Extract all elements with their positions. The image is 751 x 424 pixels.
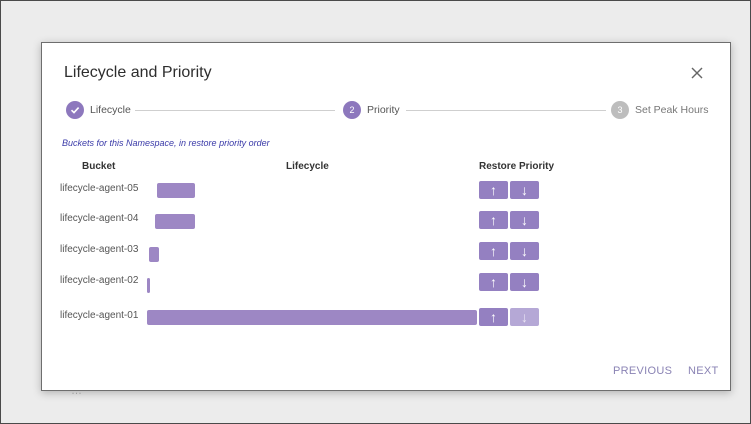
- step-lifecycle[interactable]: Lifecycle: [66, 101, 131, 119]
- column-header-bucket: Bucket: [82, 161, 116, 172]
- stepper-connector: [406, 110, 606, 111]
- bucket-name: lifecycle-agent-03: [60, 244, 139, 255]
- close-icon: [691, 67, 703, 79]
- step-label-priority: Priority: [367, 104, 400, 116]
- step-number-peak-hours: 3: [611, 101, 629, 119]
- arrow-down-icon: ↓: [521, 274, 528, 290]
- move-down-button[interactable]: ↓: [510, 181, 539, 199]
- dialog-title: Lifecycle and Priority: [64, 64, 212, 81]
- lifecycle-bar: [147, 310, 477, 325]
- step-label-lifecycle: Lifecycle: [90, 104, 131, 116]
- arrow-up-icon: ↑: [490, 212, 497, 228]
- step-set-peak-hours[interactable]: 3 Set Peak Hours: [611, 101, 709, 119]
- check-icon: [66, 101, 84, 119]
- bucket-name: lifecycle-agent-02: [60, 275, 139, 286]
- bucket-name: lifecycle-agent-04: [60, 213, 139, 224]
- priority-subtitle: Buckets for this Namespace, in restore p…: [62, 138, 270, 148]
- table-row: lifecycle-agent-05 ↑ ↓: [42, 181, 730, 215]
- lifecycle-priority-dialog: Lifecycle and Priority Lifecycle 2 Prior…: [41, 42, 731, 391]
- move-down-button[interactable]: ↓: [510, 273, 539, 291]
- stepper-connector: [135, 110, 335, 111]
- page-background: … Lifecycle and Priority Lifecycle 2 Pri…: [0, 0, 751, 424]
- table-row: lifecycle-agent-03 ↑ ↓: [42, 242, 730, 276]
- bucket-name: lifecycle-agent-05: [60, 183, 139, 194]
- lifecycle-bar: [155, 214, 195, 229]
- move-down-button[interactable]: ↓: [510, 308, 539, 326]
- arrow-down-icon: ↓: [521, 243, 528, 259]
- move-up-button[interactable]: ↑: [479, 211, 508, 229]
- move-up-button[interactable]: ↑: [479, 242, 508, 260]
- move-down-button[interactable]: ↓: [510, 211, 539, 229]
- step-label-peak-hours: Set Peak Hours: [635, 104, 709, 116]
- column-header-lifecycle: Lifecycle: [286, 161, 329, 172]
- arrow-up-icon: ↑: [490, 182, 497, 198]
- arrow-up-icon: ↑: [490, 309, 497, 325]
- arrow-down-icon: ↓: [521, 182, 528, 198]
- step-number-priority: 2: [343, 101, 361, 119]
- arrow-down-icon: ↓: [521, 212, 528, 228]
- arrow-up-icon: ↑: [490, 274, 497, 290]
- close-button[interactable]: [686, 62, 708, 84]
- lifecycle-bar: [147, 278, 150, 293]
- move-down-button[interactable]: ↓: [510, 242, 539, 260]
- move-up-button[interactable]: ↑: [479, 308, 508, 326]
- table-row: lifecycle-agent-04 ↑ ↓: [42, 211, 730, 245]
- next-button[interactable]: NEXT: [688, 365, 719, 377]
- lifecycle-bar: [149, 247, 159, 262]
- bucket-name: lifecycle-agent-01: [60, 310, 139, 321]
- table-row: lifecycle-agent-01 ↑ ↓: [42, 308, 730, 342]
- lifecycle-bar: [157, 183, 195, 198]
- move-up-button[interactable]: ↑: [479, 181, 508, 199]
- previous-button[interactable]: PREVIOUS: [613, 365, 672, 377]
- step-priority[interactable]: 2 Priority: [343, 101, 400, 119]
- move-up-button[interactable]: ↑: [479, 273, 508, 291]
- arrow-up-icon: ↑: [490, 243, 497, 259]
- column-header-restore-priority: Restore Priority: [479, 161, 555, 172]
- table-row: lifecycle-agent-02 ↑ ↓: [42, 273, 730, 307]
- arrow-down-icon: ↓: [521, 309, 528, 325]
